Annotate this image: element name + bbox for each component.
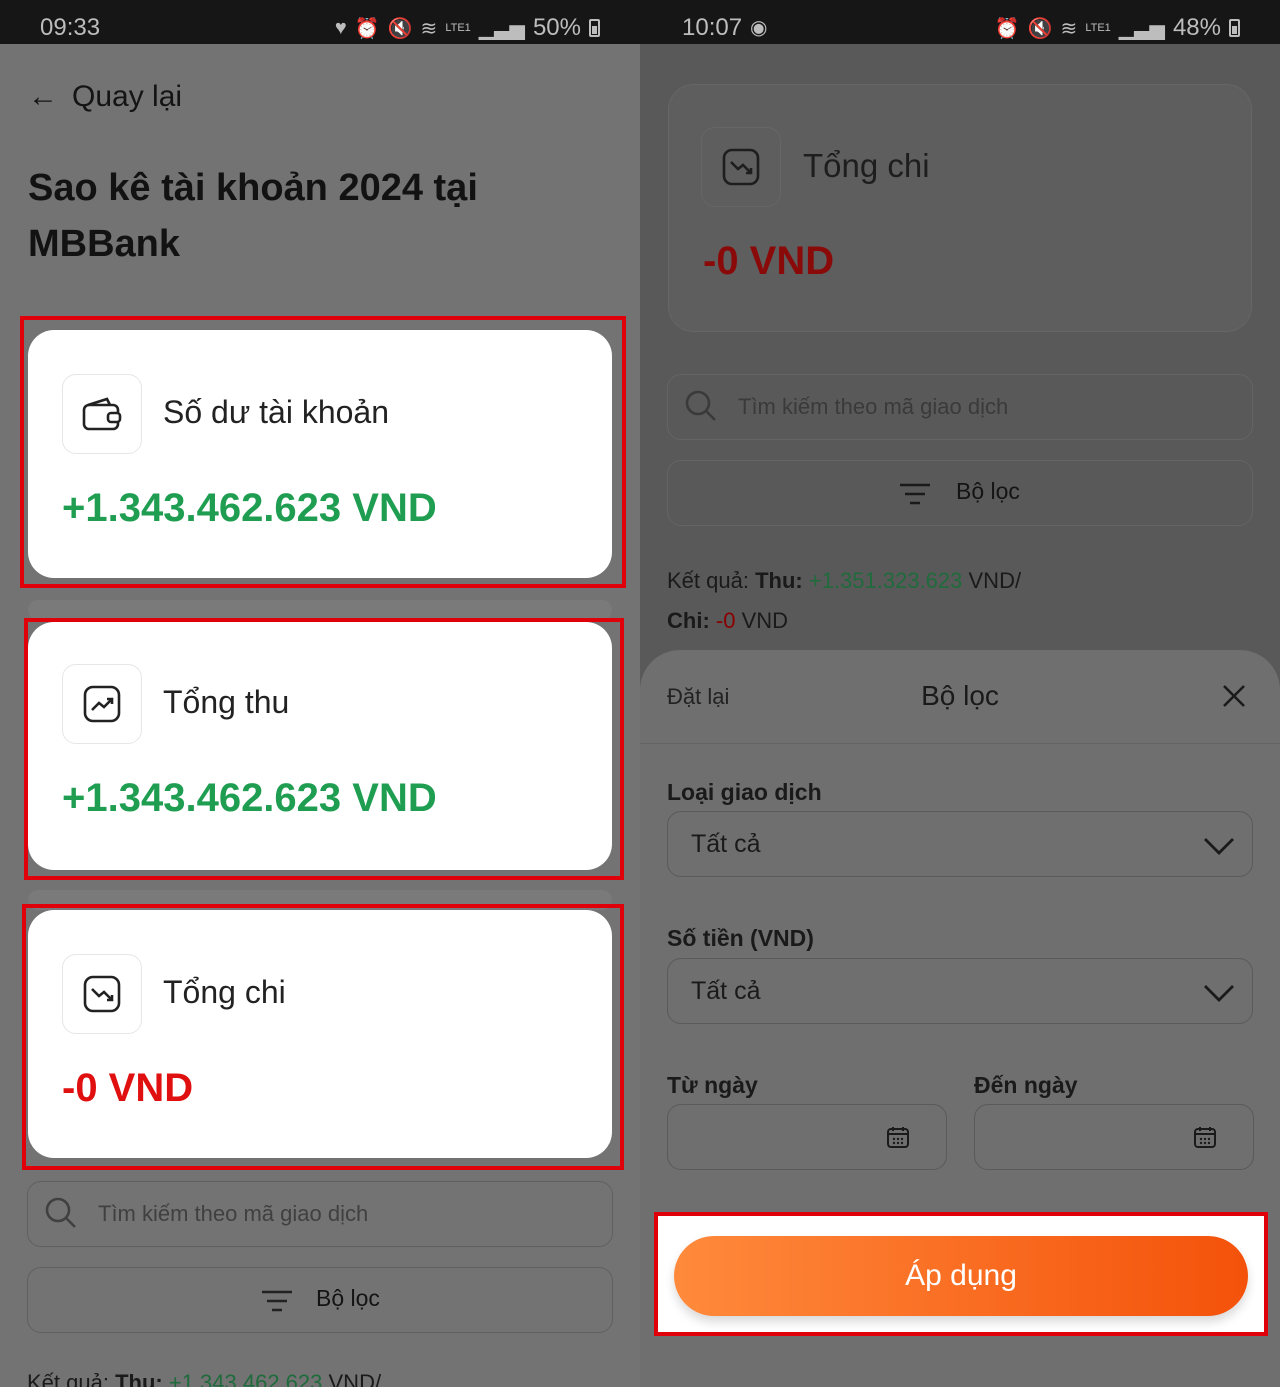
- result-summary-chi: Chi: -0 VND: [667, 608, 788, 634]
- amount-select[interactable]: Tất cả: [667, 958, 1253, 1024]
- balance-card: Số dư tài khoản +1.343.462.623 VND: [28, 330, 612, 578]
- result-thu-label: Thu:: [755, 568, 809, 593]
- filter-button[interactable]: Bộ lọc: [27, 1267, 613, 1333]
- trend-down-icon: [62, 954, 142, 1034]
- result-suffix: VND/: [322, 1370, 382, 1387]
- transaction-type-label: Loại giao dịch: [667, 779, 822, 805]
- filter-icon: [262, 1290, 292, 1312]
- result-summary: Kết quả: Thu: +1.343.462.623 VND/: [27, 1370, 381, 1387]
- apply-button[interactable]: Áp dụng: [674, 1236, 1248, 1316]
- search-input[interactable]: Tìm kiếm theo mã giao dịch: [27, 1181, 613, 1247]
- chevron-down-icon: [1204, 985, 1234, 1002]
- card-label: Tổng chi: [803, 147, 930, 184]
- mute-icon: 🔇: [1027, 17, 1053, 40]
- transaction-type-value: Tất cả: [691, 830, 761, 858]
- filter-label: Bộ lọc: [956, 478, 1020, 504]
- result-prefix: Kết quả:: [667, 568, 756, 593]
- signal-icon: ▁▃▅: [1118, 17, 1165, 40]
- card-amount: +1.343.462.623 VND: [62, 776, 437, 820]
- result-chi-value: -0: [715, 608, 736, 633]
- wallet-icon: [62, 374, 142, 454]
- sheet-title: Bộ lọc: [921, 680, 999, 711]
- close-icon[interactable]: [1220, 682, 1248, 710]
- back-button[interactable]: ← Quay lại: [28, 80, 182, 114]
- card-label: Tổng chi: [163, 974, 286, 1010]
- sheet-header: Đặt lại Bộ lọc: [640, 650, 1280, 744]
- status-bar: 10:07 ◉ ⏰ 🔇 ≋ LTE1 ▁▃▅ 48%: [640, 0, 1280, 44]
- card-amount: -0 VND: [703, 239, 835, 283]
- transaction-type-select[interactable]: Tất cả: [667, 811, 1253, 877]
- to-date-input[interactable]: [974, 1104, 1254, 1170]
- filter-button[interactable]: Bộ lọc: [667, 460, 1253, 526]
- expense-card: Tổng chi -0 VND: [28, 910, 612, 1158]
- messenger-icon: ◉: [750, 17, 768, 39]
- result-summary: Kết quả: Thu: +1.351.323.623 VND/: [667, 568, 1021, 594]
- battery-percent: 50%: [532, 14, 581, 41]
- heart-icon: ♥: [334, 16, 347, 39]
- result-suffix: VND/: [962, 568, 1022, 593]
- trend-up-icon: [62, 664, 142, 744]
- result-chi-suffix: VND: [735, 608, 789, 633]
- result-thu-value: +1.351.323.623: [808, 568, 963, 593]
- search-placeholder: Tìm kiếm theo mã giao dịch: [98, 1201, 369, 1226]
- card-label: Tổng thu: [163, 684, 290, 720]
- to-date-label: Đến ngày: [974, 1072, 1078, 1098]
- alarm-icon: ⏰: [994, 17, 1020, 40]
- filter-sheet: Đặt lại Bộ lọc Loại giao dịch Tất cả Số …: [640, 650, 1280, 1387]
- alarm-icon: ⏰: [354, 17, 380, 40]
- card-label: Số dư tài khoản: [163, 394, 390, 430]
- filter-icon: [900, 483, 930, 505]
- card-amount: -0 VND: [62, 1066, 194, 1110]
- lte-label: LTE1: [1085, 22, 1111, 34]
- result-thu-label: Thu:: [115, 1370, 169, 1387]
- status-time: 10:07: [682, 14, 743, 41]
- wifi-icon: ≋: [420, 17, 438, 40]
- highlight-box: Áp dụng: [654, 1212, 1268, 1336]
- amount-value: Tất cả: [691, 977, 761, 1005]
- battery-icon: [589, 19, 600, 37]
- wifi-icon: ≋: [1060, 17, 1078, 40]
- battery-icon: [1229, 19, 1240, 37]
- card-amount: +1.343.462.623 VND: [62, 486, 437, 530]
- expense-card: Tổng chi -0 VND: [668, 84, 1252, 332]
- arrow-left-icon: ←: [28, 80, 58, 113]
- amount-label: Số tiền (VND): [667, 925, 814, 951]
- page-title: Sao kê tài khoản 2024 tại MBBank: [28, 167, 478, 265]
- result-chi-label: Chi:: [667, 608, 716, 633]
- left-screen: 09:33 ♥ ⏰ 🔇 ≋ LTE1 ▁▃▅ 50% ← Quay lại Sa…: [0, 0, 640, 1387]
- chevron-down-icon: [1204, 838, 1234, 855]
- result-thu-value: +1.343.462.623: [168, 1370, 323, 1387]
- trend-down-icon: [701, 127, 781, 207]
- signal-icon: ▁▃▅: [478, 17, 525, 40]
- search-input[interactable]: Tìm kiếm theo mã giao dịch: [667, 374, 1253, 440]
- search-icon: [685, 390, 716, 421]
- right-screen: 10:07 ◉ ⏰ 🔇 ≋ LTE1 ▁▃▅ 48% Tổng chi -0 V…: [640, 0, 1280, 1387]
- from-date-input[interactable]: [667, 1104, 947, 1170]
- calendar-icon: [1194, 1127, 1216, 1148]
- search-icon: [45, 1197, 76, 1228]
- mute-icon: 🔇: [387, 17, 413, 40]
- income-card: Tổng thu +1.343.462.623 VND: [28, 622, 612, 870]
- status-time: 09:33: [40, 14, 101, 41]
- lte-label: LTE1: [445, 22, 471, 34]
- battery-percent: 48%: [1172, 14, 1221, 41]
- status-bar: 09:33 ♥ ⏰ 🔇 ≋ LTE1 ▁▃▅ 50%: [0, 0, 640, 44]
- calendar-icon: [887, 1127, 909, 1148]
- search-placeholder: Tìm kiếm theo mã giao dịch: [738, 394, 1009, 419]
- back-label: Quay lại: [72, 80, 183, 113]
- from-date-label: Từ ngày: [667, 1072, 758, 1098]
- result-prefix: Kết quả:: [27, 1370, 116, 1387]
- filter-label: Bộ lọc: [316, 1285, 380, 1311]
